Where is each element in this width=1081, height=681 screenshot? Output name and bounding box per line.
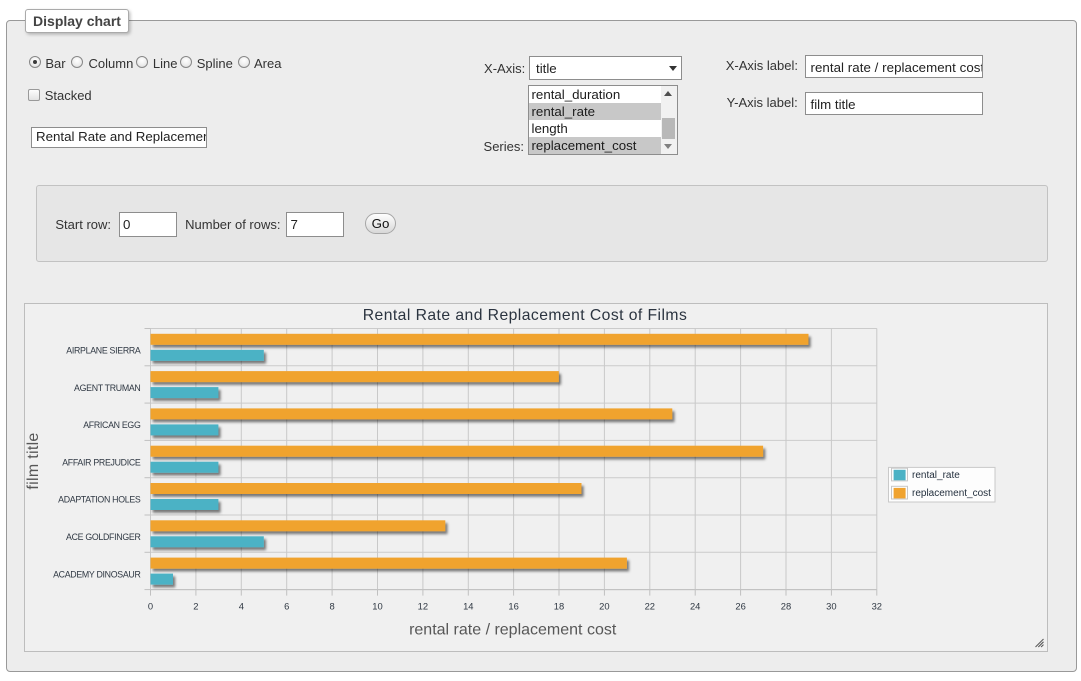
svg-text:replacement_cost: replacement_cost (912, 488, 991, 499)
svg-text:12: 12 (418, 601, 428, 612)
svg-text:14: 14 (463, 601, 473, 612)
svg-text:20: 20 (599, 601, 609, 612)
svg-text:6: 6 (284, 601, 289, 612)
svg-text:rental rate / replacement cost: rental rate / replacement cost (409, 621, 617, 638)
svg-text:ACADEMY DINOSAUR: ACADEMY DINOSAUR (53, 569, 140, 579)
svg-text:0: 0 (148, 601, 153, 612)
svg-text:30: 30 (826, 601, 836, 612)
svg-text:film title: film title (25, 432, 42, 489)
svg-text:AIRPLANE SIERRA: AIRPLANE SIERRA (66, 346, 141, 356)
svg-text:2: 2 (193, 601, 198, 612)
svg-text:Rental Rate and Replacement Co: Rental Rate and Replacement Cost of Film… (363, 307, 688, 324)
svg-text:ADAPTATION HOLES: ADAPTATION HOLES (58, 495, 141, 505)
svg-text:AFRICAN EGG: AFRICAN EGG (83, 420, 141, 430)
svg-text:26: 26 (735, 601, 745, 612)
svg-text:8: 8 (329, 601, 334, 612)
svg-text:16: 16 (508, 601, 518, 612)
svg-text:18: 18 (554, 601, 564, 612)
svg-text:24: 24 (690, 601, 700, 612)
svg-text:32: 32 (872, 601, 882, 612)
svg-text:22: 22 (645, 601, 655, 612)
svg-text:AFFAIR PREJUDICE: AFFAIR PREJUDICE (62, 457, 141, 467)
svg-text:AGENT TRUMAN: AGENT TRUMAN (74, 383, 140, 393)
svg-text:10: 10 (372, 601, 382, 612)
svg-text:rental_rate: rental_rate (912, 470, 960, 481)
svg-text:ACE GOLDFINGER: ACE GOLDFINGER (66, 532, 141, 542)
svg-text:4: 4 (239, 601, 244, 612)
svg-text:28: 28 (781, 601, 791, 612)
